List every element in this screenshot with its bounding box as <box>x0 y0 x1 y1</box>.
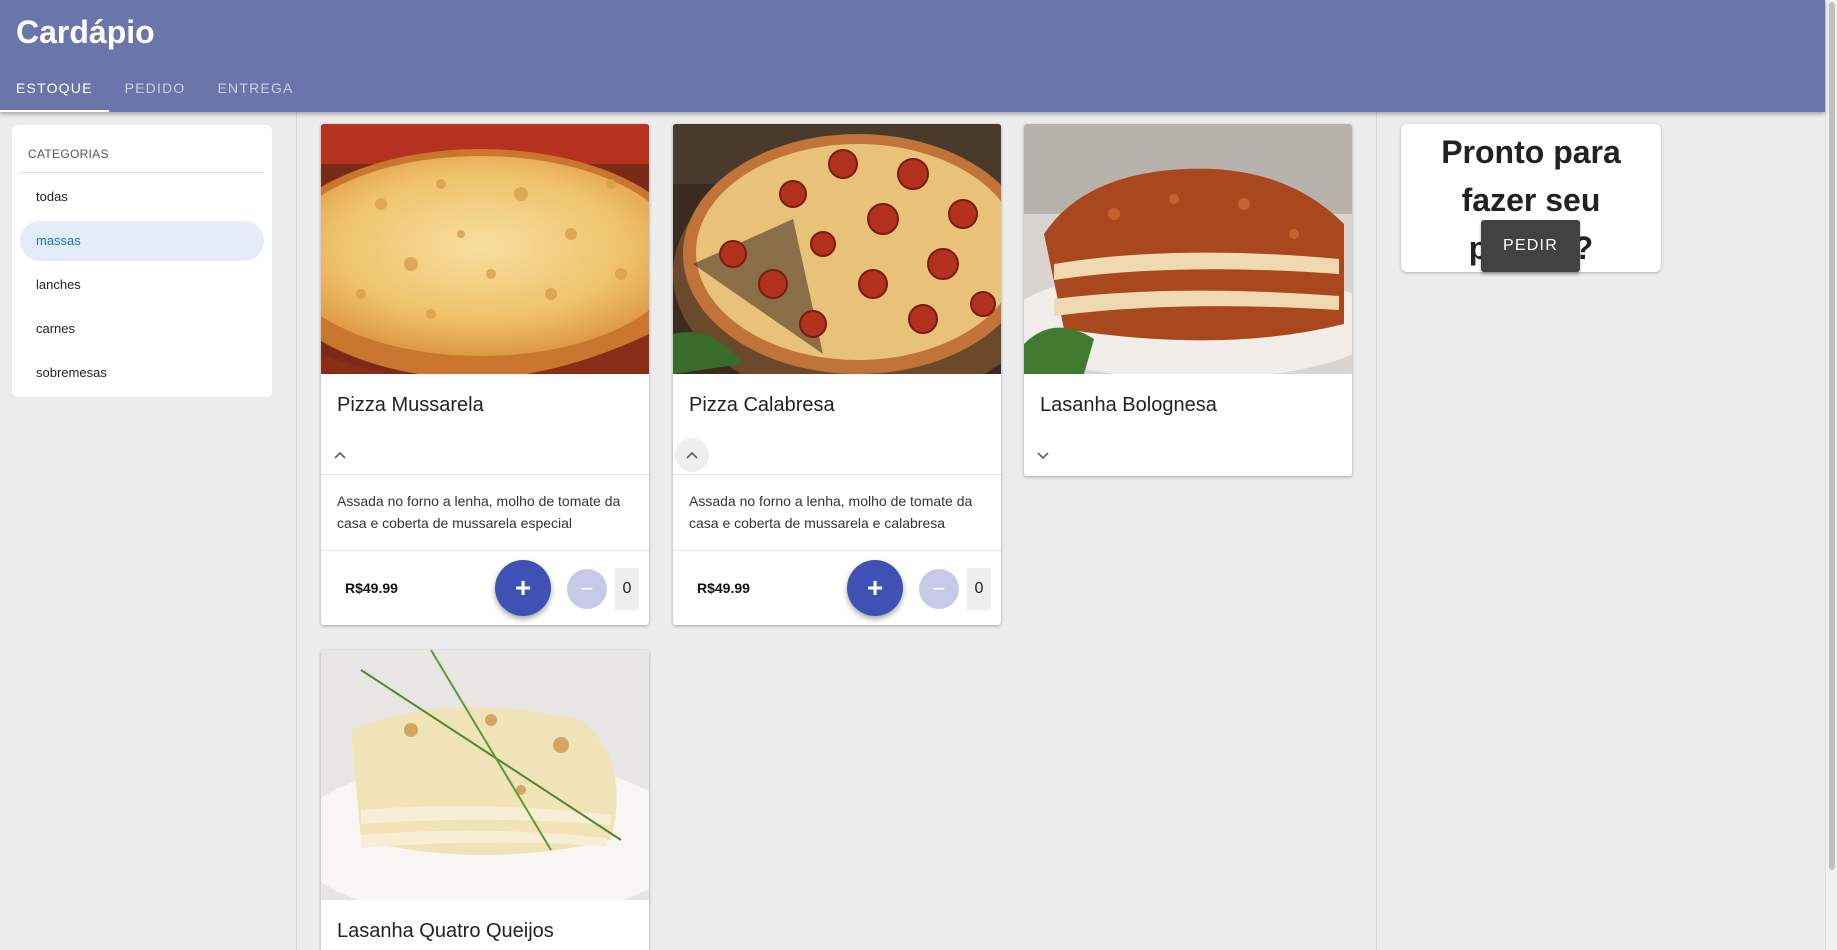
page-scrollbar[interactable] <box>1825 0 1837 950</box>
categories-panel: CATEGORIAS todas massas lanches carnes s… <box>12 125 272 397</box>
divider <box>321 474 649 475</box>
divider <box>20 172 264 173</box>
category-item-massas[interactable]: massas <box>20 221 264 261</box>
product-card: Lasanha Bolognesa <box>1024 124 1352 476</box>
content-divider-left <box>296 112 297 950</box>
remove-item-button[interactable]: − <box>919 569 959 609</box>
divider <box>321 550 649 551</box>
product-description: Assada no forno a lenha, molho de tomate… <box>689 493 973 531</box>
product-image-lasanha-quatro-queijos <box>321 650 649 900</box>
product-image-pizza-calabresa <box>673 124 1001 374</box>
order-button[interactable]: PEDIR <box>1481 220 1580 272</box>
quantity-display: 0 <box>967 568 991 610</box>
tab-entrega[interactable]: ENTREGA <box>202 70 310 112</box>
product-card: Pizza Mussarela Assada no forno a lenha,… <box>321 124 649 625</box>
app-title: Cardápio <box>16 14 155 50</box>
add-item-button[interactable]: + <box>847 560 903 616</box>
product-image-pizza-mussarela <box>321 124 649 374</box>
product-description: Assada no forno a lenha, molho de tomate… <box>337 493 621 531</box>
product-name: Lasanha Bolognesa <box>1040 394 1217 416</box>
category-item-todas[interactable]: todas <box>20 177 264 217</box>
category-item-lanches[interactable]: lanches <box>20 265 264 305</box>
category-item-carnes[interactable]: carnes <box>20 309 264 349</box>
product-name: Lasanha Quatro Queijos <box>337 920 554 942</box>
product-name: Pizza Calabresa <box>689 394 835 416</box>
add-item-button[interactable]: + <box>495 560 551 616</box>
product-card: Lasanha Quatro Queijos <box>321 650 649 950</box>
content-divider-right <box>1376 112 1377 950</box>
scrollbar-thumb[interactable] <box>1829 2 1835 870</box>
chevron-up-icon[interactable] <box>323 438 357 472</box>
category-item-sobremesas[interactable]: sobremesas <box>20 353 264 393</box>
order-prompt-card: Pronto para fazer seu pedido? PEDIR <box>1401 124 1661 272</box>
divider <box>673 550 1001 551</box>
tab-bar: ESTOQUE PEDIDO ENTREGA <box>0 70 310 112</box>
divider <box>673 474 1001 475</box>
product-price: R$49.99 <box>697 580 750 596</box>
chevron-up-icon[interactable] <box>675 438 709 472</box>
app-bar: Cardápio ESTOQUE PEDIDO ENTREGA <box>0 0 1825 112</box>
categories-header: CATEGORIAS <box>28 147 109 161</box>
quantity-display: 0 <box>615 568 639 610</box>
remove-item-button[interactable]: − <box>567 569 607 609</box>
chevron-down-icon[interactable] <box>1026 438 1060 472</box>
tab-pedido[interactable]: PEDIDO <box>109 70 202 112</box>
product-price: R$49.99 <box>345 580 398 596</box>
product-image-lasanha-bolognesa <box>1024 124 1352 374</box>
tab-estoque[interactable]: ESTOQUE <box>0 70 109 112</box>
product-name: Pizza Mussarela <box>337 394 484 416</box>
product-card: Pizza Calabresa Assada no forno a lenha,… <box>673 124 1001 625</box>
